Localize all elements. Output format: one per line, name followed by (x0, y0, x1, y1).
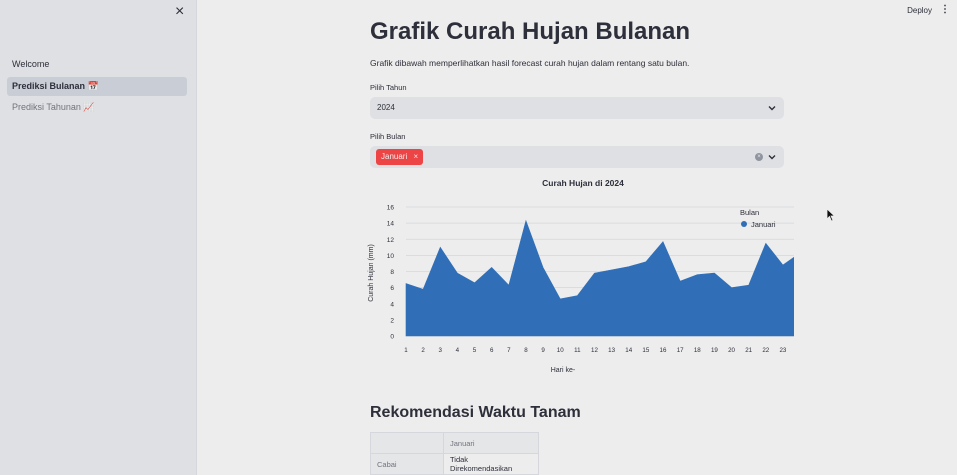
table-cell: Tidak Direkomendasikan (443, 453, 539, 475)
chart-y-tick-label: 6 (390, 285, 394, 292)
chart-x-tick-label: 2 (421, 347, 425, 354)
chart-y-tick-label: 4 (390, 301, 394, 308)
section-title: Rekomendasi Waktu Tanam (370, 404, 581, 421)
series-area-januari (405, 219, 794, 337)
chart-legend: Bulan Januari (740, 208, 776, 229)
chevron-down-icon[interactable] (768, 146, 776, 168)
chart-x-tick-label: 10 (557, 347, 564, 354)
mouse-cursor-icon (826, 208, 836, 222)
table-header-cell: Januari (443, 432, 539, 454)
chart-y-tick-label: 12 (387, 237, 395, 244)
table-cell: Cabai (370, 453, 444, 475)
chart-x-tick-label: 21 (745, 347, 752, 354)
chart-x-tick-label: 9 (541, 347, 545, 354)
legend-title: Bulan (740, 208, 759, 217)
legend-entry: Januari (751, 220, 776, 229)
chart-x-tick-label: 14 (625, 347, 632, 354)
year-select[interactable]: 2024 (370, 97, 784, 119)
chart-title: Curah Hujan di 2024 (542, 178, 624, 188)
sidebar-item-prediksi-tahunan[interactable]: Prediksi Tahunan 📈 (7, 98, 187, 117)
chart-area-layer (405, 219, 794, 337)
chart-x-tick-label: 12 (591, 347, 598, 354)
deploy-button[interactable]: Deploy (907, 6, 932, 15)
rainfall-area-chart: Curah Hujan di 2024 Curah Hujan (mm) Har… (368, 178, 794, 374)
month-tag[interactable]: Januari × (376, 149, 424, 165)
chevron-down-icon[interactable] (768, 97, 776, 119)
month-tag-label: Januari (381, 152, 408, 161)
chart-x-tick-label: 23 (779, 347, 786, 354)
chart-x-tick-label: 1 (404, 347, 408, 354)
chart-x-tick-label: 8 (524, 347, 528, 354)
month-multiselect[interactable]: Januari × × (370, 146, 784, 168)
recommendation-table: Januari Cabai Tidak Direkomendasikan (370, 432, 539, 475)
main-content: Deploy ⋮ Grafik Curah Hujan Bulanan Graf… (197, 0, 957, 475)
chart-x-ticks: 1234567891011121314151617181920212223242… (404, 347, 787, 354)
chart-x-tick-label: 18 (694, 347, 701, 354)
chart-x-tick-label: 4 (456, 347, 460, 354)
chart-y-tick-label: 8 (390, 269, 394, 276)
year-select-value: 2024 (377, 103, 395, 112)
main-menu-icon[interactable]: ⋮ (940, 4, 950, 15)
chart-y-tick-label: 16 (387, 205, 395, 212)
legend-swatch (741, 221, 747, 227)
chart-y-axis-label: Curah Hujan (mm) (368, 244, 375, 302)
chart-y-tick-label: 14 (387, 221, 395, 228)
chart-x-tick-label: 7 (507, 347, 511, 354)
clear-all-icon[interactable]: × (755, 153, 763, 161)
page-title: Grafik Curah Hujan Bulanan (370, 18, 691, 45)
chart-x-axis-label: Hari ke- (551, 367, 576, 374)
chart-x-tick-label: 6 (490, 347, 494, 354)
table-header-row: Januari (370, 432, 539, 454)
sidebar: × Welcome Prediksi Bulanan 📅 Prediksi Ta… (0, 0, 197, 475)
page-subtitle: Grafik dibawah memperlihatkan hasil fore… (370, 58, 690, 68)
chart-y-tick-label: 0 (390, 334, 394, 341)
tag-remove-icon[interactable]: × (413, 152, 418, 161)
chart-x-tick-label: 22 (762, 347, 769, 354)
chart-x-tick-label: 15 (642, 347, 649, 354)
chart-x-tick-label: 19 (711, 347, 718, 354)
chart-x-tick-label: 16 (660, 347, 667, 354)
chart-x-tick-label: 13 (608, 347, 615, 354)
sidebar-item-welcome[interactable]: Welcome (7, 55, 187, 74)
chart-y-ticks: 0 2 4 6 8 10 12 14 16 (387, 205, 395, 341)
close-icon[interactable]: × (175, 4, 189, 20)
chart-x-tick-label: 5 (473, 347, 477, 354)
sidebar-item-prediksi-bulanan[interactable]: Prediksi Bulanan 📅 (7, 77, 187, 96)
year-select-label: Pilih Tahun (370, 83, 407, 92)
month-select-label: Pilih Bulan (370, 132, 406, 141)
chart-x-tick-label: 17 (677, 347, 684, 354)
chart-y-tick-label: 2 (390, 317, 394, 324)
chart-x-tick-label: 11 (574, 347, 581, 354)
chart-x-tick-label: 20 (728, 347, 735, 354)
table-row: Cabai Tidak Direkomendasikan (370, 453, 539, 475)
chart-x-tick-label: 3 (439, 347, 443, 354)
table-header-cell (370, 432, 444, 454)
chart-y-tick-label: 10 (387, 253, 395, 260)
